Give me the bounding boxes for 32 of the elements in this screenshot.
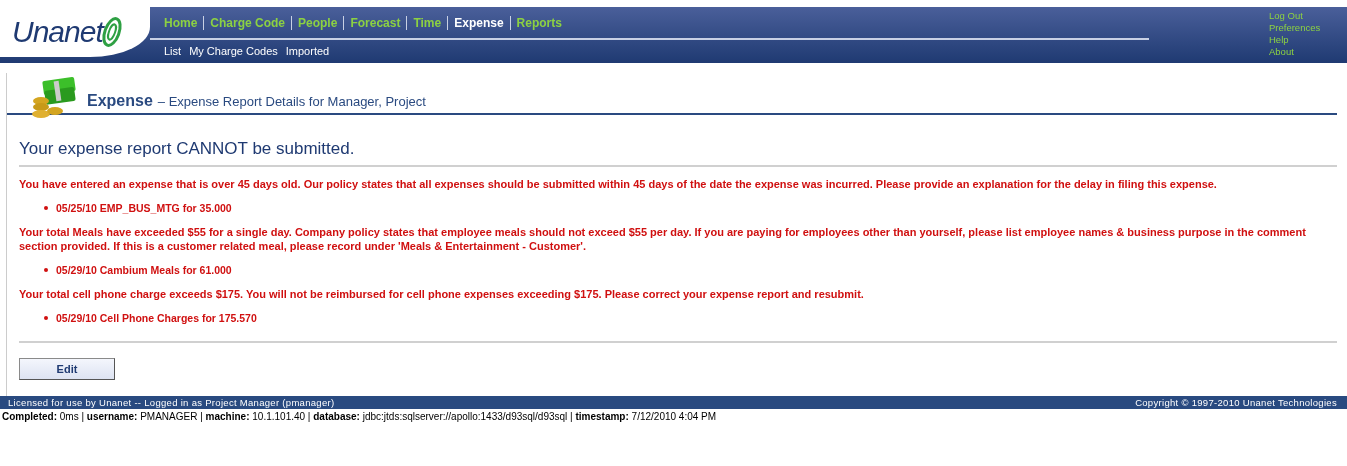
error-message: Your total cell phone charge exceeds $175. You will not be reimbursed for cell phone expenses exceeding $175. Please correct your expense report and resubmit.	[19, 287, 865, 301]
nav-tab[interactable]: Forecast	[343, 15, 407, 30]
error-message: You have entered an expense that is over 45 days old. Our policy states that all expenses should be submitted within 45 days of the date the expense was incurred. Please provide an explanation for the delay in filing this expense.	[19, 177, 1218, 191]
nav-tab[interactable]: People	[291, 15, 344, 30]
page-subtitle: – Expense Report Details for Manager, Project	[157, 94, 426, 109]
utility-link[interactable]: Help	[1269, 34, 1339, 46]
error-message: Your total Meals have exceeded $55 for a single day. Company policy states that employee meals should not exceed $55 per day. If you are paying for employees other than yourself, please list employee names & business purpose in the comment section provided. If this is a customer related meal, please record under 'Meals & Entertainment - Customer'.	[19, 225, 1307, 253]
logo[interactable]: Unanet	[0, 7, 150, 57]
utility-link[interactable]: Preferences	[1269, 22, 1339, 34]
nav-tab[interactable]: Reports	[509, 15, 568, 30]
edit-button[interactable]: Edit	[19, 358, 115, 380]
expense-item: 05/29/10 Cambium Meals for 61.000	[56, 263, 232, 277]
nav-tab[interactable]: Time	[406, 15, 448, 30]
expense-item: 05/29/10 Cell Phone Charges for 175.570	[56, 311, 257, 325]
bullet-icon	[44, 206, 48, 210]
utility-link[interactable]: About	[1269, 46, 1339, 58]
utility-link[interactable]: Log Out	[1269, 10, 1339, 22]
bullet-icon	[44, 316, 48, 320]
expense-item: 05/25/10 EMP_BUS_MTG for 35.000	[56, 201, 232, 215]
module-title: Expense	[87, 92, 153, 110]
license-text: Licensed for use by Unanet -- Logged in as Project Manager (pmanager)	[8, 397, 335, 408]
subnav-link[interactable]: Imported	[285, 45, 330, 57]
nav-tab[interactable]: Expense	[447, 15, 510, 30]
bullet-icon	[44, 268, 48, 272]
subnav-link[interactable]: My Charge Codes	[189, 45, 278, 57]
money-icon	[29, 77, 77, 121]
nav-tab[interactable]: Charge Code	[203, 15, 292, 30]
error-heading: Your expense report CANNOT be submitted.	[19, 139, 356, 160]
subnav-link[interactable]: List	[164, 45, 182, 57]
status-line: Completed: 0ms | username: PMANAGER | machine: 10.1.101.40 | database: jdbc:jtds:sqlserver://apollo:1433/d93sql/d93sql | timestamp: 7/12/2010 4:04 PM	[1, 411, 718, 422]
nav-tab[interactable]: Home	[162, 15, 204, 30]
copyright-text: Copyright © 1997-2010 Unanet Technologies	[1135, 397, 1337, 408]
